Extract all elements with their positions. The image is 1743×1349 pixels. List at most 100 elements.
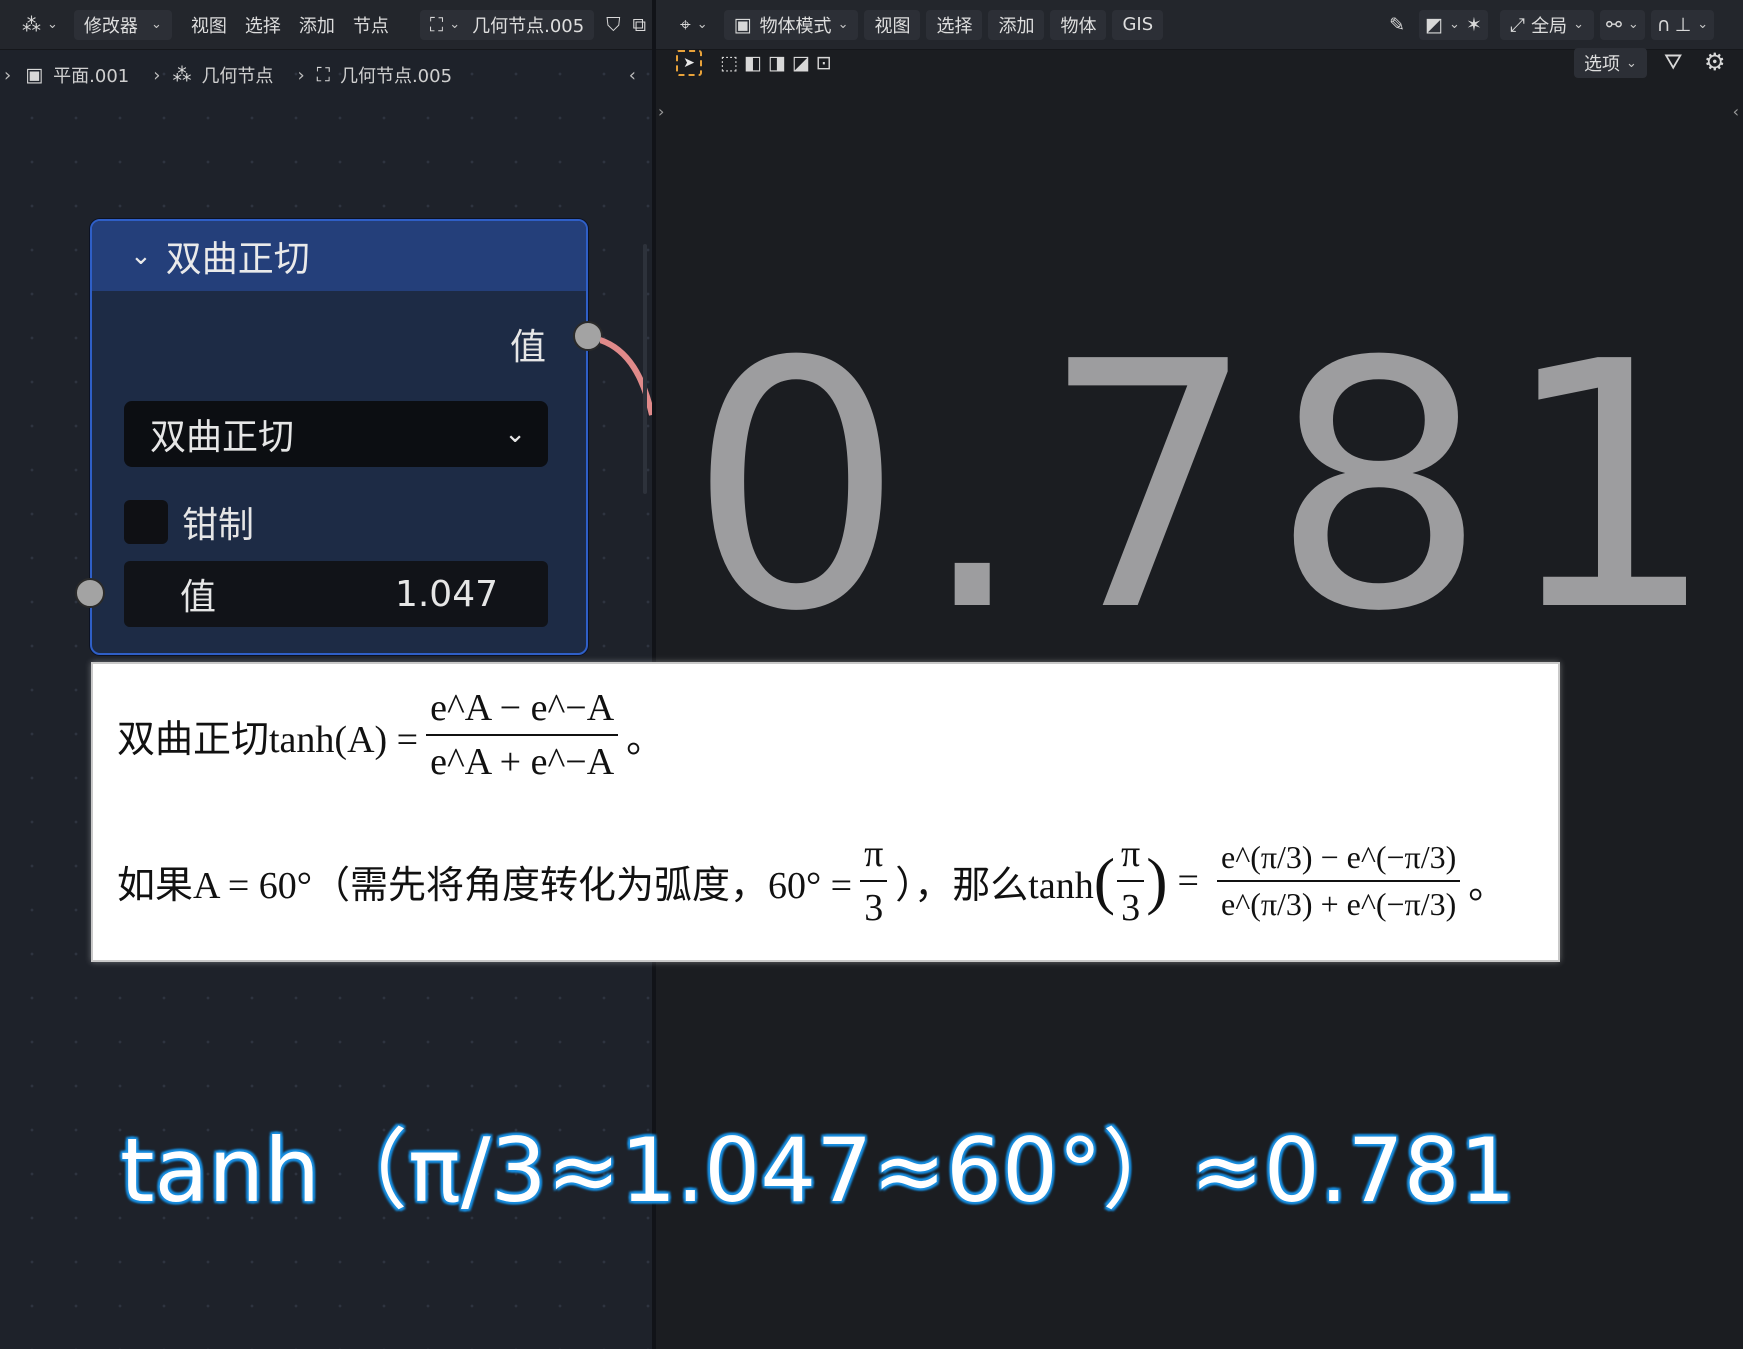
chevron-down-icon: ⌄ bbox=[1449, 17, 1460, 32]
chevron-down-icon: ⌄ bbox=[837, 17, 849, 32]
scrollbar[interactable] bbox=[643, 244, 647, 494]
formula-line-1: 双曲正切tanh(A) = e^A − e^−A e^A + e^−A 。 bbox=[117, 686, 664, 784]
menu-add[interactable]: 添加 bbox=[290, 10, 344, 40]
sidebar-toggle-icon[interactable]: ‹ bbox=[629, 65, 636, 86]
operation-label: 双曲正切 bbox=[150, 417, 295, 458]
formula-line2-fraction: e^(π/3) − e^(−π/3) e^(π/3) + e^(−π/3) bbox=[1216, 839, 1461, 923]
formula-line2-arg-num: π bbox=[1121, 833, 1141, 875]
modifier-label: 修改器 bbox=[83, 15, 138, 37]
transform-orientation-select[interactable]: ⤢ 全局 ⌄ bbox=[1499, 9, 1594, 40]
chevron-down-icon: ⌄ bbox=[1697, 17, 1709, 32]
chevron-down-icon: ⌄ bbox=[1573, 17, 1584, 32]
chevron-down-icon: ⌄ bbox=[151, 17, 162, 32]
geometry-nodes-icon: ⁂ bbox=[172, 64, 192, 86]
breadcrumb: › ▣ 平面.001 › ⁂ 几何节点 › ⛶ 几何节点.005 ‹ bbox=[0, 56, 652, 94]
clamp-label: 钳制 bbox=[182, 505, 255, 546]
formula-line1-prefix: 双曲正切tanh(A) = bbox=[117, 718, 419, 761]
formula-line2-denominator: e^(π/3) + e^(−π/3) bbox=[1216, 880, 1461, 923]
formula-line1-numerator: e^A − e^−A bbox=[430, 687, 615, 729]
mode-select[interactable]: ▣ 物体模式 ⌄ bbox=[723, 9, 859, 40]
3d-viewport-icon: ⌖ bbox=[680, 13, 691, 36]
mode-label: 物体模式 bbox=[759, 15, 832, 37]
value-field[interactable]: 值 1.047 bbox=[124, 561, 548, 627]
gear-icon[interactable]: ⚙ bbox=[1704, 48, 1726, 76]
options-dropdown[interactable]: 选项 ⌄ bbox=[1574, 48, 1647, 78]
tool-row: ➤ ⬚ ◧ ◨ ◪ ⊡ bbox=[676, 48, 832, 78]
result-caption: tanh（π/3≈1.047≈60°）≈0.781 bbox=[120, 1119, 1516, 1222]
node-title: 双曲正切 bbox=[165, 239, 310, 280]
modifier-context-select[interactable]: 修改器 ⌄ bbox=[73, 9, 172, 40]
output-label: 值 bbox=[509, 327, 546, 368]
formula-line2-radian-fraction: π 3 bbox=[860, 832, 888, 930]
select-subtract-icon[interactable]: ◨ bbox=[768, 52, 786, 74]
node-editor-header: ⁂ ⌄ 修改器 ⌄ 视图 选择 添加 节点 ⛶ ⌄ 几何节点.005 ⛉ ⧉ bbox=[0, 0, 652, 50]
right-paren: ) bbox=[1146, 845, 1168, 916]
mesh-object-icon: ▣ bbox=[25, 64, 44, 86]
node-tree-icon: ⛶ bbox=[316, 64, 330, 86]
clamp-checkbox[interactable] bbox=[124, 500, 168, 544]
chevron-down-icon: ⌄ bbox=[449, 17, 461, 32]
select-invert-icon[interactable]: ◪ bbox=[792, 52, 810, 74]
formula-line2-numerator: e^(π/3) − e^(−π/3) bbox=[1220, 839, 1457, 875]
input-label: 值 bbox=[180, 577, 217, 618]
node-header[interactable]: ⌄ 双曲正切 bbox=[92, 221, 586, 291]
snap-icon: ◩ bbox=[1425, 13, 1444, 36]
menu-node[interactable]: 节点 bbox=[344, 10, 398, 40]
menu-gis[interactable]: GIS bbox=[1112, 9, 1164, 40]
formula-line2-radian-den: 3 bbox=[860, 880, 888, 930]
select-box-icon[interactable]: ⬚ bbox=[720, 52, 738, 74]
formula-line2-arg-den: 3 bbox=[1117, 880, 1145, 930]
formula-line2-prefix: 如果A = 60°（需先将角度转化为弧度，60° = bbox=[117, 864, 853, 907]
menu-add[interactable]: 添加 bbox=[988, 9, 1045, 40]
node-group-name: 几何节点.005 bbox=[472, 15, 585, 37]
eyedropper-icon[interactable]: ✎ bbox=[1389, 14, 1405, 36]
snapping-select[interactable]: ∩ ⊥ ⌄ bbox=[1650, 9, 1715, 40]
math-node[interactable]: ⌄ 双曲正切 值 双曲正切 ⌄ 钳制 值 1.047 bbox=[75, 219, 603, 655]
breadcrumb-node-tree[interactable]: 几何节点.005 bbox=[340, 62, 452, 88]
node-link bbox=[600, 337, 655, 416]
select-tool-icon[interactable]: ➤ bbox=[676, 50, 702, 76]
pivot-select[interactable]: ⚯ ⌄ bbox=[1599, 9, 1645, 40]
breadcrumb-modifier[interactable]: 几何节点 bbox=[201, 62, 273, 88]
chevron-down-icon: ⌄ bbox=[504, 419, 526, 449]
object-mode-icon: ▣ bbox=[733, 13, 752, 36]
snap-select[interactable]: ◩ ⌄ ✶ bbox=[1419, 9, 1488, 40]
input-socket[interactable] bbox=[75, 578, 105, 608]
formula-line-2: 如果A = 60°（需先将角度转化为弧度，60° = π 3 ），那么tanh … bbox=[117, 832, 1506, 930]
formula-line2-suffix: 。 bbox=[1468, 864, 1507, 907]
transform-label: 全局 bbox=[1531, 15, 1568, 37]
menu-select[interactable]: 选择 bbox=[926, 9, 983, 40]
operation-dropdown[interactable]: 双曲正切 ⌄ bbox=[124, 401, 548, 467]
output-socket[interactable] bbox=[573, 321, 603, 351]
duplicate-icon[interactable]: ⧉ bbox=[632, 14, 646, 36]
node-group-selector[interactable]: ⛶ ⌄ 几何节点.005 bbox=[419, 9, 595, 40]
formula-line1-denominator: e^A + e^−A bbox=[426, 734, 619, 784]
orientation-icon: ⤢ bbox=[1509, 13, 1526, 36]
menu-select[interactable]: 选择 bbox=[236, 10, 290, 40]
sidebar-toggle-icon[interactable]: ‹ bbox=[1733, 102, 1739, 121]
left-paren: ( bbox=[1093, 845, 1116, 916]
formula-line2-mid: ），那么tanh bbox=[895, 864, 1094, 907]
select-extend-icon[interactable]: ◧ bbox=[744, 52, 762, 74]
proportional-icon: ✶ bbox=[1465, 13, 1482, 36]
viewport-result-text: 0.781 bbox=[688, 290, 1732, 686]
collapse-chevron-icon[interactable]: ⌄ bbox=[130, 241, 152, 271]
filter-icon[interactable]: ⛛ bbox=[1664, 50, 1682, 75]
menu-object[interactable]: 物体 bbox=[1050, 9, 1107, 40]
fake-user-shield-icon[interactable]: ⛉ bbox=[606, 14, 620, 36]
menu-view[interactable]: 视图 bbox=[182, 10, 236, 40]
formula-line2-equals: = bbox=[1177, 860, 1199, 902]
clamp-option[interactable]: 钳制 bbox=[124, 496, 254, 548]
magnet-icon: ∩ bbox=[1656, 13, 1671, 36]
editor-type-button[interactable]: ⁂ ⌄ bbox=[12, 10, 68, 40]
breadcrumb-expand-icon[interactable]: › bbox=[4, 65, 11, 86]
menu-view[interactable]: 视图 bbox=[864, 9, 921, 40]
select-intersect-icon[interactable]: ⊡ bbox=[816, 52, 832, 74]
chevron-down-icon: ⌄ bbox=[696, 17, 708, 32]
chevron-down-icon: ⌄ bbox=[1627, 17, 1639, 32]
formula-line2-arg-fraction: π 3 bbox=[1117, 832, 1145, 930]
editor-type-button[interactable]: ⌖ ⌄ bbox=[670, 10, 718, 40]
toolbar-toggle-icon[interactable]: › bbox=[658, 102, 664, 121]
options-label: 选项 bbox=[1584, 54, 1620, 75]
breadcrumb-object[interactable]: 平面.001 bbox=[53, 62, 129, 88]
